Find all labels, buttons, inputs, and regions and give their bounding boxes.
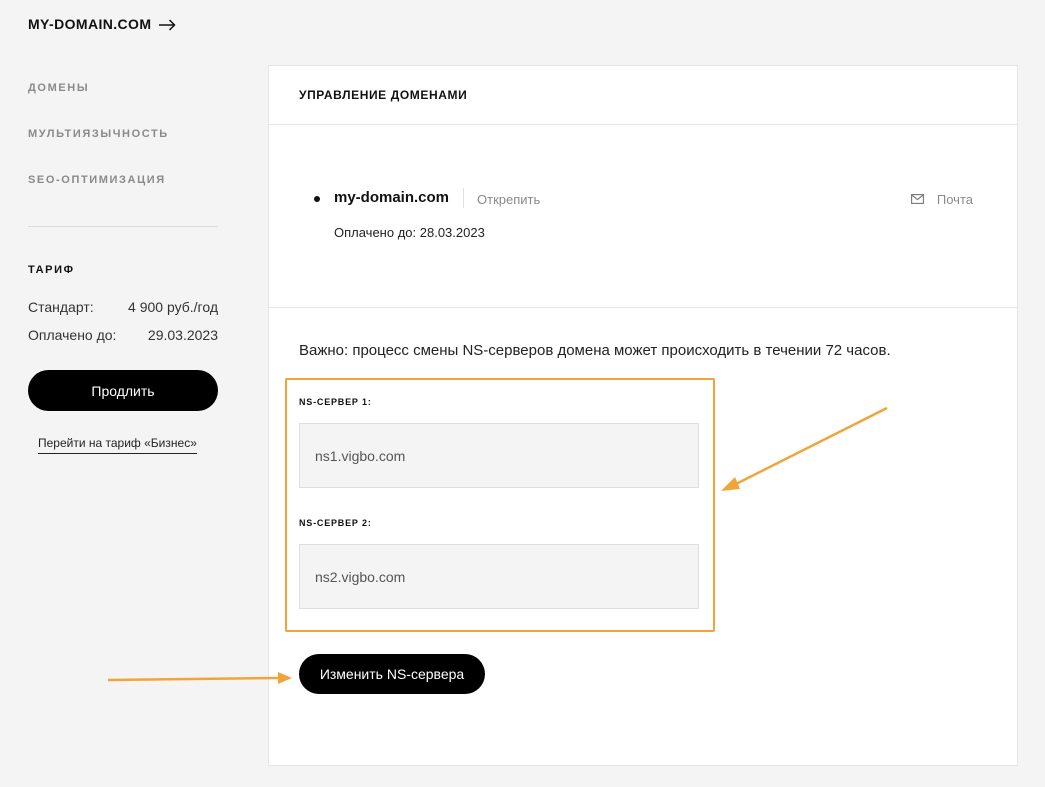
card-header: УПРАВЛЕНИЕ ДОМЕНАМИ	[269, 66, 1017, 125]
page: MY-DOMAIN.COM ДОМЕНЫ МУЛЬТИЯЗЫЧНОСТЬ SEO…	[0, 0, 1045, 787]
switch-tariff-link[interactable]: Перейти на тариф «Бизнес»	[38, 436, 197, 454]
domain-list-item: my-domain.com Открепить Почта Оплачено д…	[269, 125, 1017, 308]
site-link-label: MY-DOMAIN.COM	[28, 16, 152, 32]
mail-label: Почта	[936, 192, 973, 207]
tariff-title: ТАРИФ	[28, 264, 75, 276]
unpin-divider	[463, 188, 464, 208]
tariff-plan-row: Стандарт: 4 900 руб./год	[28, 299, 218, 315]
ns-warning-text: Важно: процесс смены NS-серверов домена …	[299, 342, 891, 359]
sidebar-item-domains[interactable]: ДОМЕНЫ	[28, 82, 169, 128]
mail-link[interactable]: Почта	[910, 192, 973, 207]
page-title: УПРАВЛЕНИЕ ДОМЕНАМИ	[299, 88, 468, 102]
site-link[interactable]: MY-DOMAIN.COM	[28, 16, 176, 32]
tariff-plan-label: Стандарт:	[28, 299, 94, 315]
sidebar-nav: ДОМЕНЫ МУЛЬТИЯЗЫЧНОСТЬ SEO-ОПТИМИЗАЦИЯ	[28, 82, 169, 220]
domain-paid-until: Оплачено до: 28.03.2023	[334, 225, 485, 240]
ns-server-2-label: NS-СЕРВЕР 2:	[299, 518, 372, 528]
tariff-plan-price: 4 900 руб./год	[128, 299, 218, 315]
domain-name: my-domain.com	[334, 189, 450, 206]
tariff-paid-date: 29.03.2023	[147, 327, 218, 343]
ns-server-1-input[interactable]	[299, 423, 699, 488]
unpin-link[interactable]: Открепить	[477, 192, 540, 207]
change-ns-button[interactable]: Изменить NS-сервера	[299, 654, 485, 694]
sidebar-divider	[28, 226, 218, 227]
sidebar-item-seo[interactable]: SEO-ОПТИМИЗАЦИЯ	[28, 174, 169, 220]
tariff-paid-label: Оплачено до:	[28, 327, 117, 343]
ns-server-2-input[interactable]	[299, 544, 699, 609]
sidebar-item-multilang[interactable]: МУЛЬТИЯЗЫЧНОСТЬ	[28, 128, 169, 174]
domain-management-card: УПРАВЛЕНИЕ ДОМЕНАМИ my-domain.com Откреп…	[268, 65, 1018, 766]
ns-server-1-label: NS-СЕРВЕР 1:	[299, 397, 372, 407]
arrow-to-change-button-icon	[107, 672, 292, 684]
tariff-paid-row: Оплачено до: 29.03.2023	[28, 327, 218, 343]
envelope-icon	[910, 192, 924, 207]
arrow-right-icon	[159, 18, 176, 31]
bullet-icon	[314, 196, 320, 202]
renew-button[interactable]: Продлить	[28, 370, 218, 411]
